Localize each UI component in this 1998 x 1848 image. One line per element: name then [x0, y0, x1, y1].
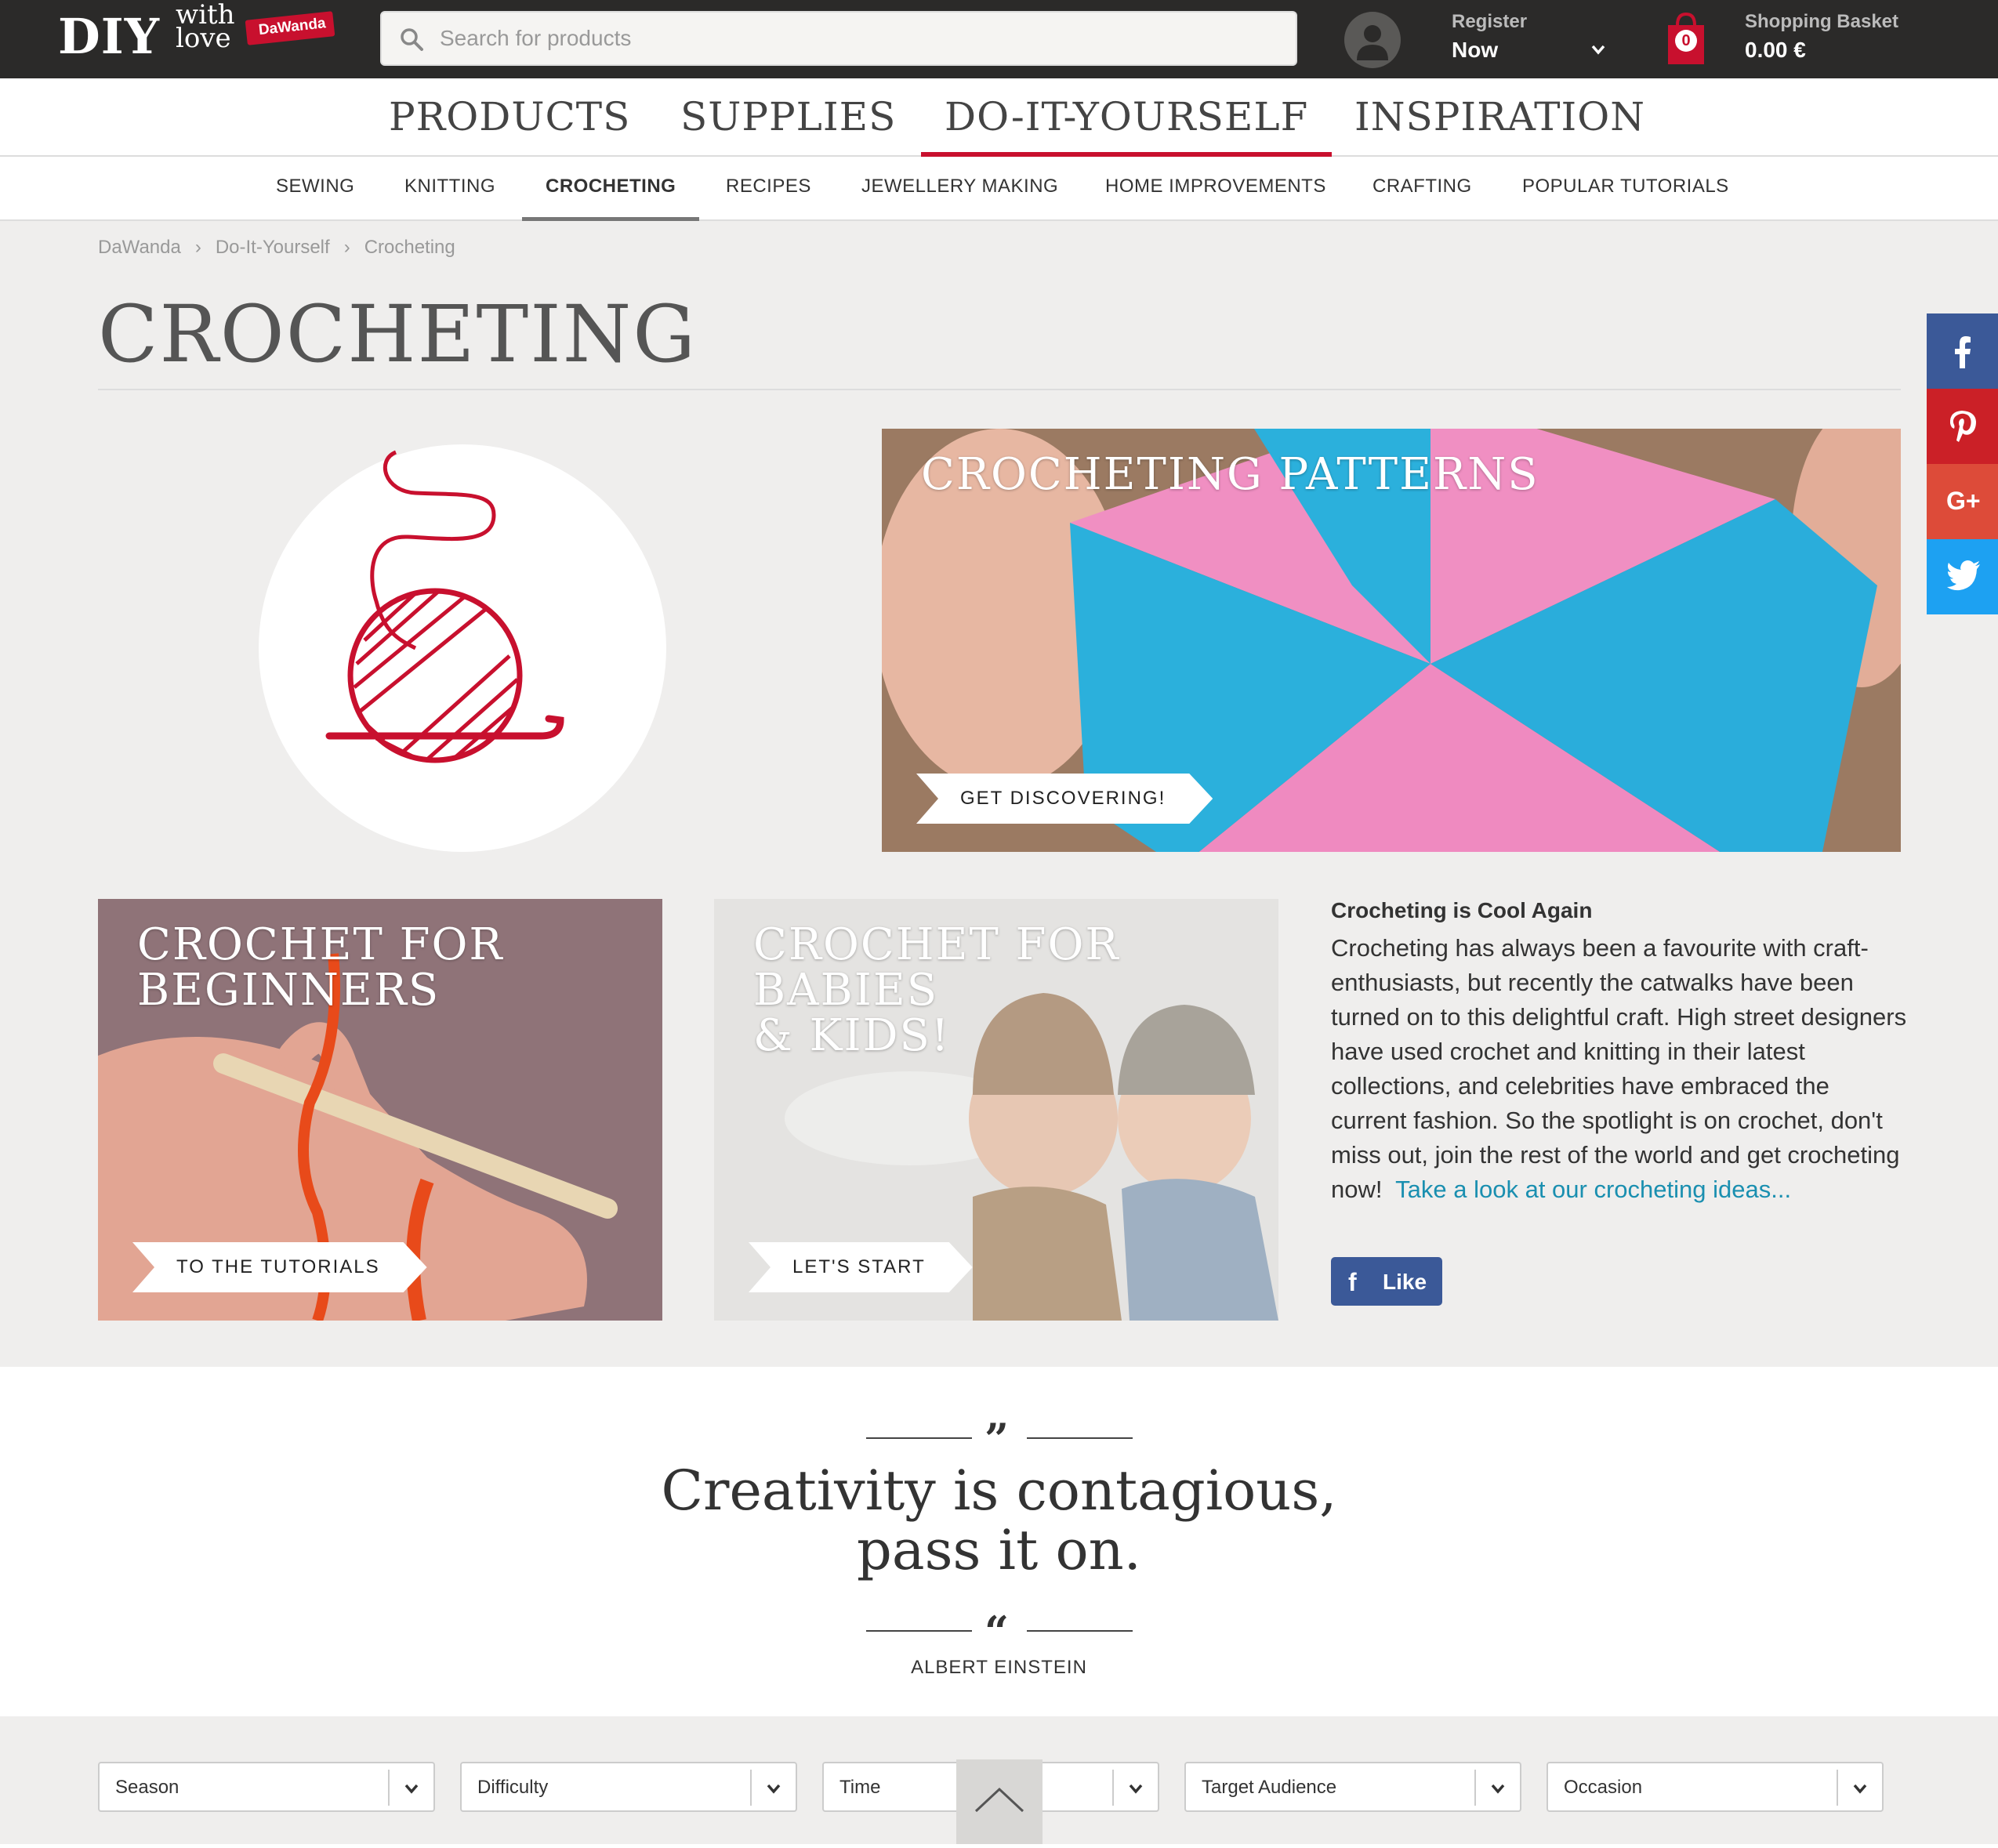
facebook-icon: [1955, 336, 1971, 368]
chevron-up-icon: [974, 1787, 1024, 1813]
chevron-down-icon: [1491, 1784, 1505, 1794]
select-divider: [1112, 1770, 1114, 1806]
quote-line: [866, 1630, 972, 1632]
sub-nav-popular-tutorials[interactable]: POPULAR TUTORIALS: [1522, 176, 1729, 221]
breadcrumb: DaWanda › Do-It-Yourself › Crocheting: [98, 237, 470, 259]
filter-label: Occasion: [1564, 1777, 1643, 1798]
breadcrumb-do-it-yourself[interactable]: Do-It-Yourself: [216, 237, 330, 258]
breadcrumb-separator-icon: ›: [194, 237, 201, 258]
search-input[interactable]: [438, 20, 1269, 56]
quote-line: [1027, 1630, 1133, 1632]
quote-open-mark: ”: [984, 1414, 1010, 1464]
back-to-top-button[interactable]: [956, 1759, 1043, 1844]
user-avatar-icon[interactable]: [1344, 12, 1401, 68]
search-icon: [401, 28, 423, 51]
tile-crocheting-patterns[interactable]: CROCHETING PATTERNS GET DISCOVERING!: [882, 429, 1901, 852]
quote-text: Creativity is contagious, pass it on.: [661, 1458, 1337, 1582]
title-divider: [98, 389, 1901, 390]
svg-text:G+: G+: [1946, 487, 1981, 515]
sub-nav-jewellery-making[interactable]: JEWELLERY MAKING: [861, 176, 1058, 221]
sub-nav-home-improvements[interactable]: HOME IMPROVEMENTS: [1105, 176, 1326, 221]
pinterest-icon: [1949, 411, 1976, 442]
sub-nav-knitting[interactable]: KNITTING: [404, 176, 495, 221]
chevron-down-icon: [404, 1784, 419, 1794]
top-bar: DIY withlove DaWanda Register Now 0 Shop…: [0, 0, 1998, 78]
chevron-down-icon: [1129, 1784, 1143, 1794]
tile-crochet-for-beginners[interactable]: CROCHET FOR BEGINNERS TO THE TUTORIALS: [98, 899, 662, 1321]
select-divider: [1837, 1770, 1838, 1806]
twitter-icon: [1947, 560, 1980, 591]
filter-difficulty-select[interactable]: Difficulty: [460, 1762, 797, 1812]
lets-start-button[interactable]: LET'S START: [749, 1242, 973, 1292]
sub-nav-sewing[interactable]: SEWING: [276, 176, 354, 221]
quote-author: ALBERT EINSTEIN: [911, 1657, 1087, 1678]
share-twitter-button[interactable]: [1927, 539, 1998, 614]
content-area: DaWanda › Do-It-Yourself › Crocheting CROCHE…: [0, 221, 1998, 1367]
share-facebook-button[interactable]: [1927, 313, 1998, 389]
facebook-icon: f: [1348, 1268, 1357, 1296]
sub-nav-recipes[interactable]: RECIPES: [726, 176, 811, 221]
search-box[interactable]: [380, 11, 1297, 66]
crocheting-ideas-link[interactable]: Take a look at our crocheting ideas...: [1395, 1176, 1791, 1203]
chevron-down-icon: [767, 1784, 781, 1794]
select-divider: [388, 1770, 390, 1806]
sub-nav-crocheting[interactable]: CROCHETING: [522, 176, 700, 221]
basket-label: Shopping Basket: [1745, 11, 1899, 32]
basket-count-badge: 0: [1675, 30, 1697, 52]
like-label: Like: [1383, 1270, 1427, 1294]
register-link[interactable]: Register Now: [1452, 11, 1527, 63]
shopping-basket-link[interactable]: Shopping Basket 0.00 €: [1745, 11, 1898, 63]
tile-title: CROCHET FOR BABIES & KIDS!: [753, 919, 1120, 1061]
chevron-down-icon[interactable]: [1590, 41, 1607, 58]
tile-title: CROCHET FOR BEGINNERS: [137, 919, 504, 1016]
filter-target-audience-select[interactable]: Target Audience: [1184, 1762, 1521, 1812]
chevron-down-icon: [1853, 1784, 1867, 1794]
tile-title: CROCHETING PATTERNS: [921, 449, 1539, 500]
facebook-like-button[interactable]: f Like: [1331, 1257, 1442, 1306]
article-body: Crocheting has always been a favourite w…: [1331, 934, 1907, 1203]
to-the-tutorials-button[interactable]: TO THE TUTORIALS: [132, 1242, 427, 1292]
main-nav: PRODUCTS SUPPLIES DO-IT-YOURSELF INSPIRA…: [0, 78, 1998, 157]
logo-diy: DIY: [58, 8, 161, 65]
main-nav-products[interactable]: PRODUCTS: [389, 94, 630, 157]
share-pinterest-button[interactable]: [1927, 389, 1998, 464]
sub-nav: SEWING KNITTING CROCHETING RECIPES JEWEL…: [0, 157, 1998, 221]
breadcrumb-crocheting: Crocheting: [364, 237, 455, 258]
logo-with-love: with love: [176, 0, 235, 54]
main-nav-supplies[interactable]: SUPPLIES: [680, 94, 896, 157]
basket-total: 0.00 €: [1745, 38, 1806, 62]
quote-line: [1027, 1437, 1133, 1439]
quote-line: [866, 1437, 972, 1439]
page-title: CROCHETING: [98, 288, 698, 380]
logo-dawanda-tag: DaWanda: [245, 11, 335, 45]
article-text: Crocheting is Cool Again Crocheting has …: [1331, 898, 1911, 1207]
main-nav-do-it-yourself[interactable]: DO-IT-YOURSELF: [921, 94, 1333, 157]
filter-label: Season: [115, 1777, 179, 1798]
tile-crochet-for-babies[interactable]: CROCHET FOR BABIES & KIDS! LET'S START: [714, 899, 1278, 1321]
main-nav-inspiration[interactable]: INSPIRATION: [1354, 94, 1645, 157]
google-plus-icon: G+: [1946, 487, 1981, 515]
share-google-plus-button[interactable]: G+: [1927, 464, 1998, 539]
sub-nav-crafting[interactable]: CRAFTING: [1372, 176, 1472, 221]
logo[interactable]: DIY with love DaWanda: [58, 0, 340, 67]
filter-label: Time: [839, 1777, 881, 1798]
get-discovering-button[interactable]: GET DISCOVERING!: [916, 774, 1213, 824]
filter-occasion-select[interactable]: Occasion: [1547, 1762, 1884, 1812]
breadcrumb-separator-icon: ›: [343, 237, 350, 258]
yarn-ball-hook-icon: [325, 450, 564, 763]
filter-label: Target Audience: [1202, 1777, 1337, 1798]
filter-label: Difficulty: [477, 1777, 549, 1798]
select-divider: [750, 1770, 752, 1806]
article-heading: Crocheting is Cool Again: [1331, 898, 1593, 922]
filter-season-select[interactable]: Season: [98, 1762, 435, 1812]
register-label: Register: [1452, 11, 1528, 32]
quote-close-mark: “: [984, 1607, 1010, 1657]
quote-section: ” Creativity is contagious, pass it on. “…: [0, 1367, 1998, 1716]
select-divider: [1474, 1770, 1476, 1806]
breadcrumb-dawanda[interactable]: DaWanda: [98, 237, 181, 258]
crochet-yarn-logo: [259, 444, 666, 852]
register-now-label: Now: [1452, 38, 1499, 62]
